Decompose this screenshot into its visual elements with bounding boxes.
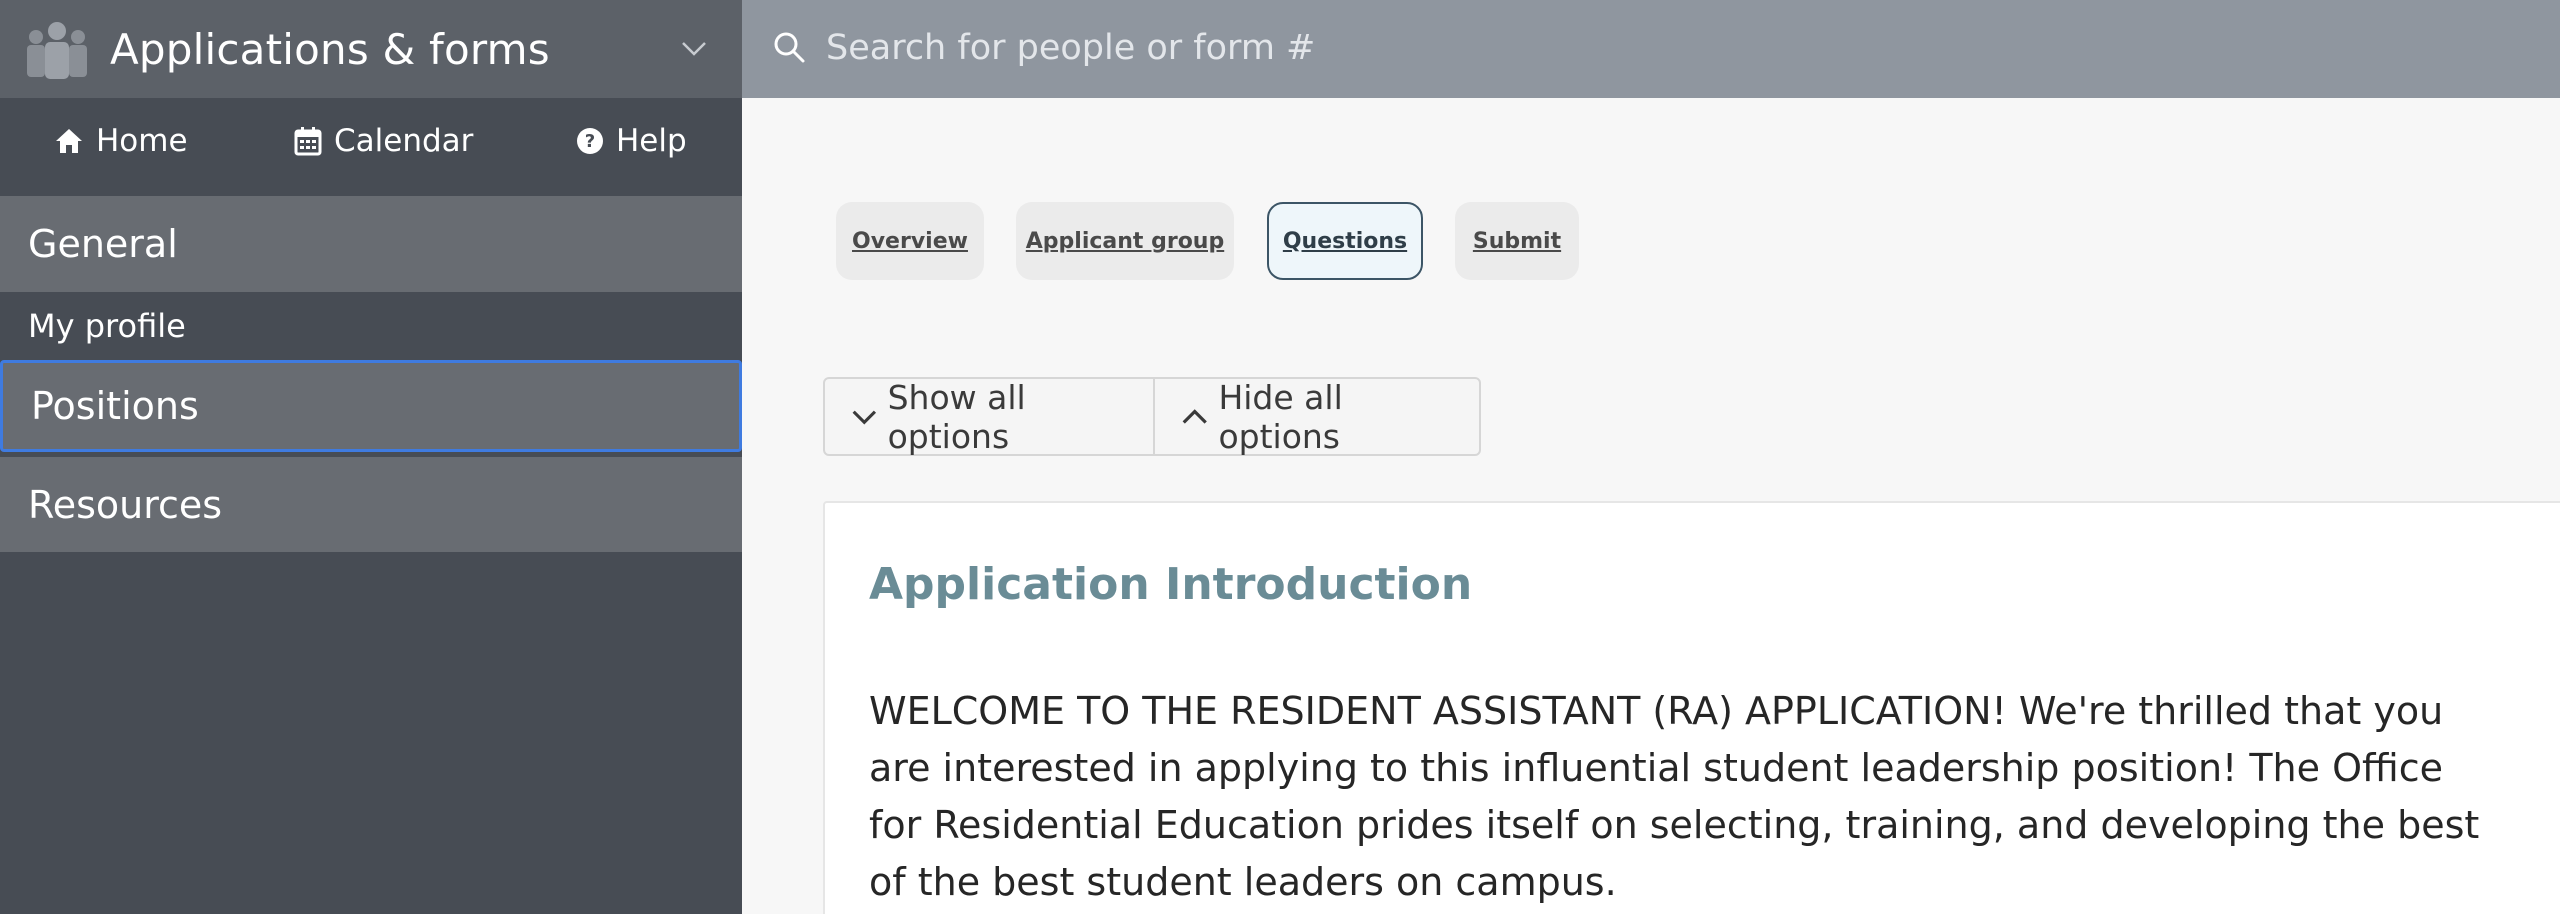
nav-calendar-label: Calendar — [334, 123, 474, 159]
sidebar: Applications & forms Home Calendar ? Hel… — [0, 0, 742, 914]
app-title: Applications & forms — [110, 24, 550, 74]
options-toggle-group: Show all options Hide all options — [823, 377, 1481, 456]
sidebar-item-my-profile[interactable]: My profile — [0, 292, 742, 360]
tab-questions[interactable]: Questions — [1267, 202, 1423, 280]
sidebar-section-positions[interactable]: Positions — [0, 360, 742, 452]
search-bar — [742, 0, 2560, 98]
help-icon: ? — [577, 128, 603, 154]
show-all-options-label: Show all options — [887, 377, 1026, 456]
search-icon — [774, 32, 805, 63]
card-body-text: WELCOME TO THE RESIDENT ASSISTANT (RA) A… — [869, 689, 2480, 904]
application-introduction-card: Application Introduction WELCOME TO THE … — [823, 501, 2560, 914]
tab-submit[interactable]: Submit — [1455, 202, 1579, 280]
chevron-down-icon — [852, 410, 877, 425]
chevron-down-icon[interactable] — [680, 34, 708, 62]
sidebar-section-resources[interactable]: Resources — [0, 457, 742, 552]
chevron-up-icon — [1182, 408, 1207, 424]
nav-home[interactable]: Home — [54, 123, 188, 159]
sidebar-section-general[interactable]: General — [0, 196, 742, 292]
hide-all-options-label: Hide all options — [1218, 377, 1343, 456]
people-icon — [27, 22, 87, 79]
tab-applicant-group[interactable]: Applicant group — [1016, 202, 1234, 280]
app-switcher[interactable]: Applications & forms — [0, 0, 742, 98]
nav-help[interactable]: ? Help — [576, 123, 687, 159]
card-title: Application Introduction — [869, 559, 1473, 610]
home-icon — [56, 129, 82, 153]
svg-text:?: ? — [585, 131, 595, 152]
search-input[interactable] — [826, 20, 2426, 76]
nav-help-label: Help — [616, 123, 687, 159]
nav-calendar[interactable]: Calendar — [294, 123, 473, 159]
calendar-icon — [294, 127, 322, 156]
tab-overview[interactable]: Overview — [836, 202, 984, 280]
nav-home-label: Home — [96, 123, 188, 159]
hide-all-options-button[interactable]: Hide all options — [1155, 377, 1479, 456]
show-all-options-button[interactable]: Show all options — [825, 377, 1155, 456]
